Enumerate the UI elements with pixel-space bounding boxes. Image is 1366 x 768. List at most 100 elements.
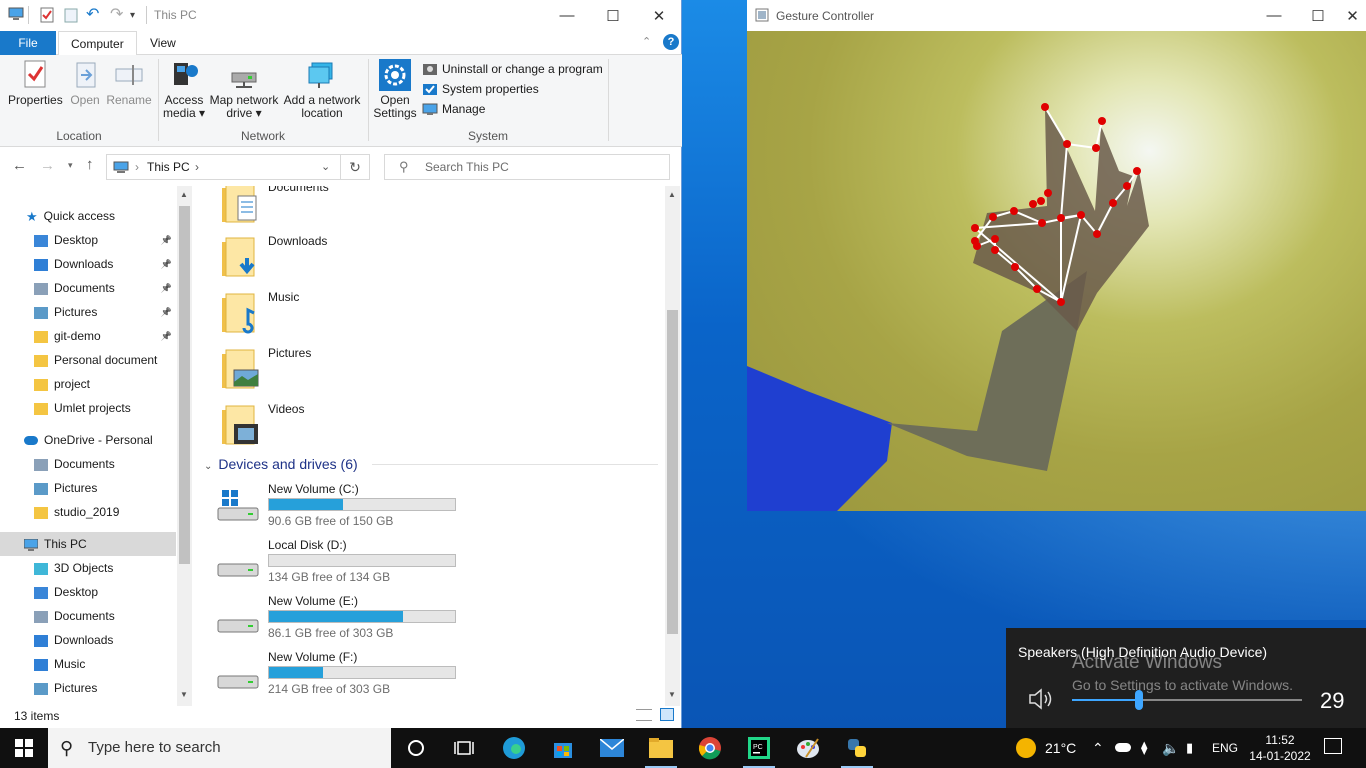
onedrive-cloud-icon[interactable] bbox=[1115, 743, 1131, 752]
paint-app[interactable] bbox=[784, 728, 832, 768]
scroll-down-icon[interactable]: ▼ bbox=[668, 690, 676, 699]
volume-slider-thumb[interactable] bbox=[1134, 690, 1143, 710]
nav-scroll-thumb[interactable] bbox=[179, 206, 190, 564]
clock[interactable]: 11:52 14-01-2022 bbox=[1244, 732, 1316, 764]
folder-documents[interactable]: Documents bbox=[196, 186, 596, 228]
pin-icon[interactable]: 📌 bbox=[161, 276, 172, 300]
folder-pictures[interactable]: Pictures bbox=[196, 342, 596, 394]
devices-section-header[interactable]: ⌄ Devices and drives (6) bbox=[204, 456, 358, 472]
uninstall-program-link[interactable]: Uninstall or change a program bbox=[422, 59, 603, 79]
forward-arrow-icon[interactable]: → bbox=[40, 157, 55, 174]
sidebar-item-umlet-projects[interactable]: Umlet projects bbox=[0, 396, 176, 420]
search-box[interactable]: ⚲ Search This PC bbox=[384, 154, 670, 180]
recent-locations-icon[interactable]: ▾ bbox=[68, 160, 73, 171]
back-arrow-icon[interactable]: ← bbox=[12, 157, 27, 174]
maximize-button[interactable]: ☐ bbox=[590, 0, 636, 31]
nav-quick-access[interactable]: ★ Quick access bbox=[0, 204, 176, 228]
volume-tray-icon[interactable]: 🔈 bbox=[1162, 728, 1179, 768]
drive-tile[interactable]: New Volume (E:) 86.1 GB free of 303 GB bbox=[196, 594, 596, 646]
pin-icon[interactable]: 📌 bbox=[161, 228, 172, 252]
volume-track[interactable] bbox=[1072, 690, 1302, 710]
add-network-location-button[interactable]: Add a network location bbox=[282, 59, 362, 120]
new-folder-quick-icon[interactable] bbox=[64, 7, 78, 26]
sidebar-item-personal-document[interactable]: Personal document bbox=[0, 348, 176, 372]
nav-this-pc[interactable]: This PC bbox=[0, 532, 176, 556]
address-dropdown-icon[interactable]: ⌄ bbox=[321, 160, 330, 173]
tab-file[interactable]: File bbox=[0, 31, 56, 55]
sidebar-item-pictures[interactable]: Pictures bbox=[0, 676, 176, 700]
sidebar-item-downloads[interactable]: Downloads 📌 bbox=[0, 252, 176, 276]
notifications-icon[interactable] bbox=[1324, 738, 1342, 754]
details-view-icon[interactable] bbox=[636, 709, 652, 721]
pin-icon[interactable]: 📌 bbox=[161, 324, 172, 348]
drive-tile[interactable]: New Volume (F:) 214 GB free of 303 GB bbox=[196, 650, 596, 702]
open-button[interactable]: Open bbox=[66, 59, 104, 107]
store-app[interactable] bbox=[539, 728, 587, 768]
edge-app[interactable] bbox=[490, 728, 538, 768]
sidebar-item-pictures[interactable]: Pictures bbox=[0, 476, 176, 500]
sidebar-item-music[interactable]: Music bbox=[0, 652, 176, 676]
sidebar-item-studio-2019[interactable]: studio_2019 bbox=[0, 500, 176, 524]
content-scrollbar[interactable]: ▲ ▼ bbox=[665, 186, 680, 706]
pycharm-app[interactable]: PC bbox=[735, 728, 783, 768]
properties-button[interactable]: Properties bbox=[8, 59, 63, 107]
nav-onedrive[interactable]: OneDrive - Personal bbox=[0, 428, 176, 452]
speaker-icon[interactable] bbox=[1026, 686, 1056, 712]
close-button[interactable]: ✕ bbox=[636, 0, 682, 31]
nav-scrollbar[interactable]: ▲ ▼ bbox=[177, 186, 192, 706]
tab-computer[interactable]: Computer bbox=[58, 31, 137, 56]
customize-toolbar-icon[interactable]: ▾ bbox=[130, 10, 135, 21]
redo-icon[interactable]: ↷ bbox=[110, 4, 123, 24]
address-bar[interactable]: › This PC › ⌄ bbox=[106, 154, 370, 180]
file-explorer-app[interactable] bbox=[637, 728, 685, 768]
input-language[interactable]: ENG bbox=[1212, 728, 1238, 768]
tab-view[interactable]: View bbox=[138, 31, 188, 55]
sidebar-item-project[interactable]: project bbox=[0, 372, 176, 396]
scroll-down-icon[interactable]: ▼ bbox=[180, 690, 188, 699]
rename-button[interactable]: Rename bbox=[106, 59, 152, 107]
task-view-button[interactable] bbox=[440, 728, 488, 768]
collapse-ribbon-icon[interactable]: ⌃ bbox=[642, 35, 651, 48]
scroll-up-icon[interactable]: ▲ bbox=[180, 190, 188, 199]
content-scroll-thumb[interactable] bbox=[667, 310, 678, 634]
minimize-button[interactable]: — bbox=[544, 0, 590, 31]
close-button[interactable]: ✕ bbox=[1339, 0, 1366, 31]
sidebar-item-desktop[interactable]: Desktop bbox=[0, 580, 176, 604]
help-icon[interactable]: ? bbox=[663, 34, 679, 50]
minimize-button[interactable]: — bbox=[1251, 0, 1297, 31]
address-path[interactable]: This PC bbox=[147, 160, 190, 174]
sidebar-item-documents[interactable]: Documents bbox=[0, 452, 176, 476]
drive-tile[interactable]: New Volume (C:) 90.6 GB free of 150 GB bbox=[196, 482, 596, 534]
show-hidden-icons-icon[interactable]: ⌃ bbox=[1092, 728, 1104, 768]
refresh-button[interactable]: ↻ bbox=[340, 154, 370, 180]
folder-music[interactable]: Music bbox=[196, 286, 596, 338]
scroll-up-icon[interactable]: ▲ bbox=[668, 190, 676, 199]
maximize-button[interactable]: ☐ bbox=[1295, 0, 1341, 31]
folder-downloads[interactable]: Downloads bbox=[196, 230, 596, 282]
folder-videos[interactable]: Videos bbox=[196, 398, 596, 450]
pin-icon[interactable]: 📌 bbox=[161, 252, 172, 276]
open-settings-button[interactable]: Open Settings bbox=[372, 59, 418, 120]
weather-temperature[interactable]: 21°C bbox=[1045, 728, 1076, 768]
taskbar-search-box[interactable]: ⚲ Type here to search bbox=[48, 728, 391, 768]
chrome-app[interactable] bbox=[686, 728, 734, 768]
sidebar-item-git-demo[interactable]: git-demo 📌 bbox=[0, 324, 176, 348]
large-icons-view-icon[interactable] bbox=[660, 708, 674, 721]
sidebar-item-documents[interactable]: Documents 📌 bbox=[0, 276, 176, 300]
wifi-icon[interactable]: ⧫ bbox=[1141, 728, 1147, 768]
up-arrow-icon[interactable]: ↑ bbox=[86, 156, 94, 173]
start-button[interactable] bbox=[0, 728, 48, 768]
cortana-button[interactable] bbox=[392, 728, 440, 768]
access-media-button[interactable]: Access media ▾ bbox=[162, 59, 206, 120]
weather-sun-icon[interactable] bbox=[1016, 738, 1036, 758]
properties-quick-icon[interactable] bbox=[40, 7, 54, 26]
breadcrumb-chevron-icon[interactable]: › bbox=[195, 160, 199, 174]
mail-app[interactable] bbox=[588, 728, 636, 768]
manage-link[interactable]: Manage bbox=[422, 99, 603, 119]
python-app[interactable] bbox=[833, 728, 881, 768]
sidebar-item-desktop[interactable]: Desktop 📌 bbox=[0, 228, 176, 252]
system-properties-link[interactable]: System properties bbox=[422, 79, 603, 99]
map-network-drive-button[interactable]: Map network drive ▾ bbox=[208, 59, 280, 120]
sidebar-item-downloads[interactable]: Downloads bbox=[0, 628, 176, 652]
battery-icon[interactable]: ▮ bbox=[1186, 728, 1193, 768]
